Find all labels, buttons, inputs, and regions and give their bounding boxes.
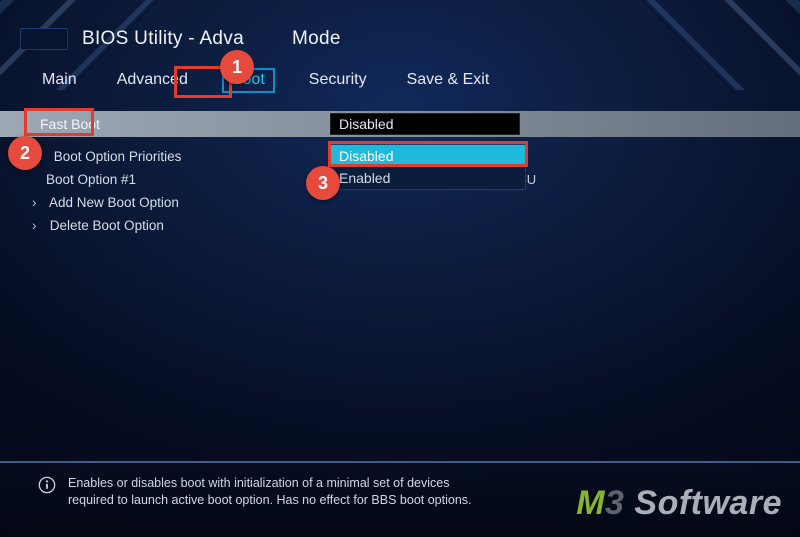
tab-boot[interactable]: Boot — [222, 68, 275, 93]
tab-advanced[interactable]: Advanced — [111, 68, 194, 93]
setting-value[interactable]: Disabled — [330, 113, 520, 135]
brand-logo — [20, 28, 68, 50]
item-add-new-boot-option[interactable]: Add New Boot Option — [32, 191, 800, 214]
setting-fast-boot[interactable]: Fast Boot Disabled — [0, 111, 800, 137]
page-title: BIOS Utility - Advanced Mode — [82, 28, 341, 50]
info-icon — [38, 476, 58, 496]
tab-main[interactable]: Main — [36, 68, 83, 93]
fast-boot-dropdown[interactable]: Disabled Enabled — [330, 144, 526, 190]
tab-security[interactable]: Security — [303, 68, 373, 93]
setting-label: Fast Boot — [0, 116, 330, 132]
help-text: Enables or disables boot with initializa… — [68, 475, 498, 509]
dropdown-option-disabled[interactable]: Disabled — [331, 145, 525, 167]
tab-bar: Main Advanced Boot Security Save & Exit — [0, 60, 800, 99]
help-footer: Enables or disables boot with initializa… — [0, 461, 800, 537]
item-delete-boot-option[interactable]: Delete Boot Option — [32, 214, 800, 237]
header-bar: BIOS Utility - Advanced Mode — [0, 0, 800, 60]
dropdown-option-enabled[interactable]: Enabled — [331, 167, 525, 189]
tab-save-exit[interactable]: Save & Exit — [401, 68, 496, 93]
